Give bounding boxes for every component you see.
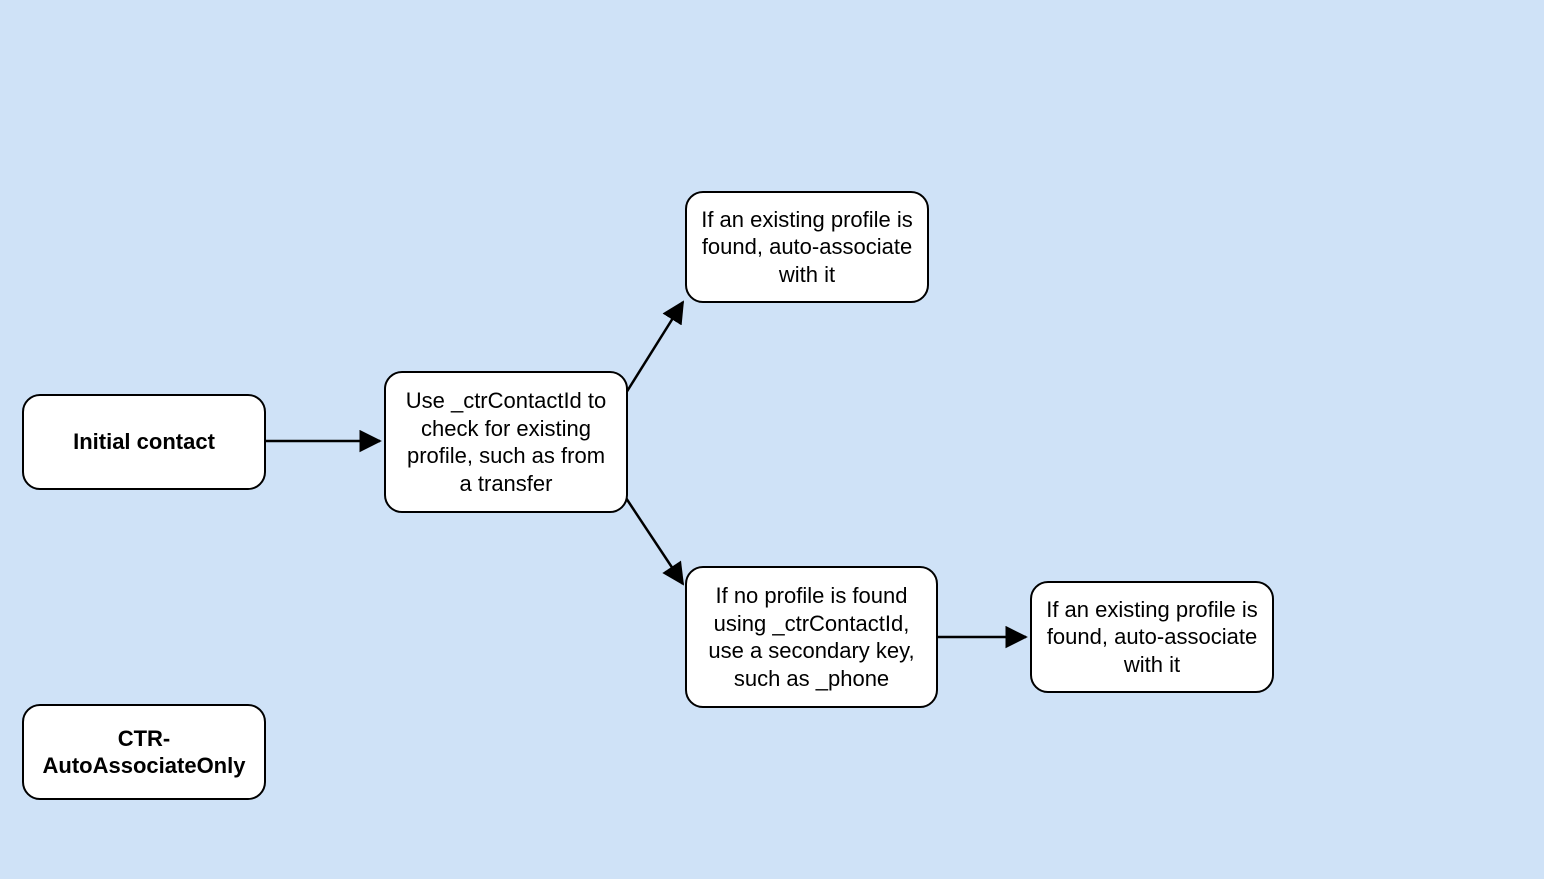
node-label: If an existing profile is found, auto-as… — [1046, 596, 1258, 679]
node-label: Use _ctrContactId to check for existing … — [400, 387, 612, 497]
node-label: If an existing profile is found, auto-as… — [701, 206, 913, 289]
node-label: If no profile is found using _ctrContact… — [701, 582, 922, 692]
node-found-right: If an existing profile is found, auto-as… — [1030, 581, 1274, 693]
edge-check-to-found-top — [626, 302, 683, 393]
edge-check-to-no-profile — [626, 498, 683, 584]
node-ctr-auto-associate-only: CTR-AutoAssociateOnly — [22, 704, 266, 800]
node-no-profile: If no profile is found using _ctrContact… — [685, 566, 938, 708]
node-check-profile: Use _ctrContactId to check for existing … — [384, 371, 628, 513]
node-label: Initial contact — [73, 428, 215, 456]
node-label: CTR-AutoAssociateOnly — [38, 725, 250, 780]
diagram-canvas: Initial contact Use _ctrContactId to che… — [0, 0, 1544, 879]
node-found-top: If an existing profile is found, auto-as… — [685, 191, 929, 303]
node-initial-contact: Initial contact — [22, 394, 266, 490]
